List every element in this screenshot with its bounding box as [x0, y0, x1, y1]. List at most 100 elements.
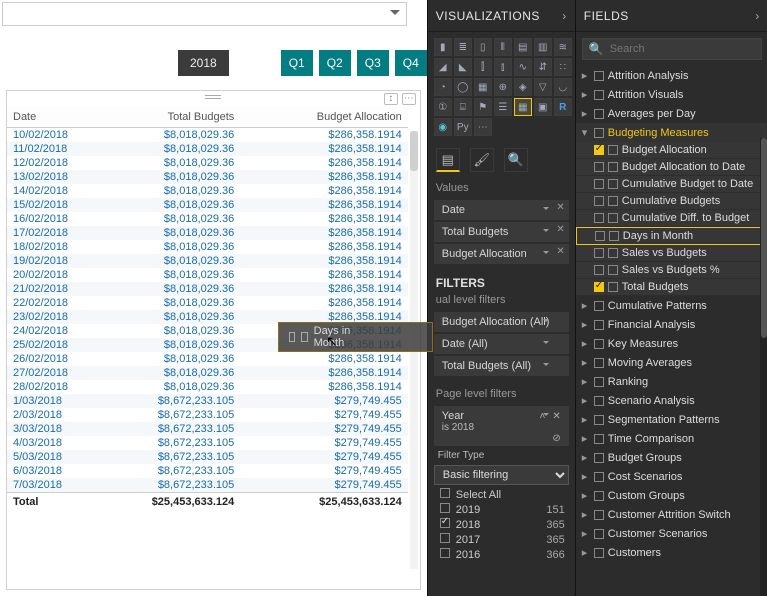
year-filter-item[interactable]: Year ˄ ✕ is 2018 ⊘ [434, 406, 569, 446]
viz-arcgis[interactable]: ◉ [434, 118, 452, 136]
col-budget-allocation[interactable]: Budget Allocation [240, 107, 407, 128]
viz-stacked-bar[interactable]: ▮ [434, 38, 452, 56]
table-row[interactable]: 16/02/2018$8,018,029.36$286,358.1914 [7, 212, 408, 226]
remove-well-icon[interactable]: ✕ [556, 224, 564, 235]
table-row[interactable]: 22/02/2018$8,018,029.36$286,358.1914 [7, 296, 408, 310]
q4-button[interactable]: Q4 [395, 50, 427, 76]
filter-option[interactable]: 2016366 [428, 547, 575, 562]
field-node[interactable]: Total Budgets [576, 279, 767, 296]
viz-map[interactable]: ⊕ [494, 78, 512, 96]
viz-gauge[interactable]: ◡ [554, 78, 572, 96]
filter-option[interactable]: Select All [428, 487, 575, 502]
search-input[interactable] [610, 43, 755, 55]
drag-handle-icon[interactable] [205, 95, 221, 99]
table-row[interactable]: 14/02/2018$8,018,029.36$286,358.1914 [7, 184, 408, 198]
checkbox-icon[interactable] [594, 213, 604, 223]
viz-stacked-area[interactable]: ◣ [454, 58, 472, 76]
remove-well-icon[interactable]: ✕ [556, 202, 564, 213]
col-date[interactable]: Date [7, 107, 77, 128]
field-node[interactable]: Cumulative Budgets [576, 193, 767, 210]
table-row[interactable]: 21/02/2018$8,018,029.36$286,358.1914 [7, 282, 408, 296]
viz-100-bar[interactable]: ▤ [514, 38, 532, 56]
viz-clustered-column[interactable]: ⫴ [494, 38, 512, 56]
clear-filter-icon[interactable]: ⊘ [552, 433, 560, 444]
checkbox-icon[interactable] [594, 248, 604, 258]
viz-table[interactable]: ▦ [514, 98, 532, 116]
table-node[interactable]: ▸Budget Groups [576, 448, 767, 467]
table-node[interactable]: ▸Customer Scenarios [576, 524, 767, 543]
table-node[interactable]: ▸Segmentation Patterns [576, 410, 767, 429]
visual-filter-item[interactable]: Total Budgets (All) [434, 356, 569, 376]
table-row[interactable]: 20/02/2018$8,018,029.36$286,358.1914 [7, 268, 408, 282]
table-node[interactable]: ▸Customer Attrition Switch [576, 505, 767, 524]
top-slicer-dropdown[interactable] [2, 2, 407, 26]
table-row[interactable]: 3/03/2018$8,672,233.105$279,749.455 [7, 422, 408, 436]
collapse-fields-icon[interactable]: › [755, 9, 760, 23]
table-row[interactable]: 1/03/2018$8,672,233.105$279,749.455 [7, 394, 408, 408]
drilldown-icon[interactable]: ↕ [384, 93, 398, 105]
table-row[interactable]: 6/03/2018$8,672,233.105$279,749.455 [7, 464, 408, 478]
field-node[interactable]: Cumulative Diff. to Budget [576, 210, 767, 227]
format-pane-icon[interactable]: 🖌 [470, 148, 494, 172]
viz-scatter[interactable]: ∷ [554, 58, 572, 76]
field-well[interactable]: Date✕ [434, 200, 569, 220]
viz-kpi[interactable]: ⚑ [474, 98, 492, 116]
viz-r-script[interactable]: R [554, 98, 572, 116]
field-node[interactable]: Budget Allocation to Date [576, 159, 767, 176]
table-row[interactable]: 17/02/2018$8,018,029.36$286,358.1914 [7, 226, 408, 240]
table-node[interactable]: ▸Cost Scenarios [576, 467, 767, 486]
checkbox-icon[interactable] [595, 231, 605, 241]
viz-card[interactable]: ① [434, 98, 452, 116]
viz-line-column[interactable]: ⫿ [474, 58, 492, 76]
q2-button[interactable]: Q2 [319, 50, 351, 76]
table-node[interactable]: ▸Ranking [576, 372, 767, 391]
table-row[interactable]: 12/02/2018$8,018,029.36$286,358.1914 [7, 156, 408, 170]
field-node[interactable]: Sales vs Budgets % [576, 262, 767, 279]
table-node[interactable]: ▸Attrition Analysis [576, 66, 767, 85]
field-node[interactable]: Days in Month [576, 227, 767, 245]
table-node[interactable]: ▸Scenario Analysis [576, 391, 767, 410]
checkbox-icon[interactable] [594, 196, 604, 206]
table-node[interactable]: ▸Financial Analysis [576, 315, 767, 334]
remove-filter-icon[interactable]: ✕ [552, 411, 560, 422]
collapse-viz-icon[interactable]: › [562, 9, 567, 23]
table-row[interactable]: 26/02/2018$8,018,029.36$286,358.1914 [7, 352, 408, 366]
viz-funnel[interactable]: ▽ [534, 78, 552, 96]
field-node[interactable]: Cumulative Budget to Date [576, 176, 767, 193]
viz-multi-card[interactable]: ⌸ [454, 98, 472, 116]
viz-line[interactable]: ≋ [554, 38, 572, 56]
field-well[interactable]: Total Budgets✕ [434, 222, 569, 242]
viz-area[interactable]: ◢ [434, 58, 452, 76]
viz-filled-map[interactable]: ◈ [514, 78, 532, 96]
table-row[interactable]: 13/02/2018$8,018,029.36$286,358.1914 [7, 170, 408, 184]
checkbox-icon[interactable] [594, 265, 604, 275]
viz-pie[interactable]: ◔ [434, 78, 452, 96]
field-well[interactable]: Budget Allocation✕ [434, 244, 569, 264]
table-row[interactable]: 4/03/2018$8,672,233.105$279,749.455 [7, 436, 408, 450]
table-row[interactable]: 7/03/2018$8,672,233.105$279,749.455 [7, 478, 408, 493]
visual-filter-item[interactable]: Budget Allocation (All) [434, 312, 569, 332]
table-row[interactable]: 27/02/2018$8,018,029.36$286,358.1914 [7, 366, 408, 380]
viz-waterfall[interactable]: ⇵ [534, 58, 552, 76]
fields-search[interactable]: 🔍 [582, 38, 762, 60]
viz-100-column[interactable]: ▥ [534, 38, 552, 56]
viz-slicer[interactable]: ☰ [494, 98, 512, 116]
checkbox-icon[interactable] [594, 179, 604, 189]
viz-line-stacked[interactable]: ⫾ [494, 58, 512, 76]
table-node[interactable]: ▸Time Comparison [576, 429, 767, 448]
viz-matrix[interactable]: ▣ [534, 98, 552, 116]
checkbox-icon[interactable] [594, 162, 604, 172]
table-row[interactable]: 5/03/2018$8,672,233.105$279,749.455 [7, 450, 408, 464]
viz-treemap[interactable]: ▦ [474, 78, 492, 96]
q3-button[interactable]: Q3 [357, 50, 389, 76]
q1-button[interactable]: Q1 [281, 50, 313, 76]
filter-option[interactable]: 2019151 [428, 502, 575, 517]
checkbox-icon[interactable] [594, 282, 604, 292]
table-row[interactable]: 2/03/2018$8,672,233.105$279,749.455 [7, 408, 408, 422]
table-node[interactable]: ▾Budgeting Measures [576, 123, 767, 142]
viz-ribbon[interactable]: ∿ [514, 58, 532, 76]
table-node[interactable]: ▸Key Measures [576, 334, 767, 353]
table-row[interactable]: 15/02/2018$8,018,029.36$286,358.1914 [7, 198, 408, 212]
table-row[interactable]: 10/02/2018$8,018,029.36$286,358.1914 [7, 128, 408, 143]
table-node[interactable]: ▸Attrition Visuals [576, 85, 767, 104]
